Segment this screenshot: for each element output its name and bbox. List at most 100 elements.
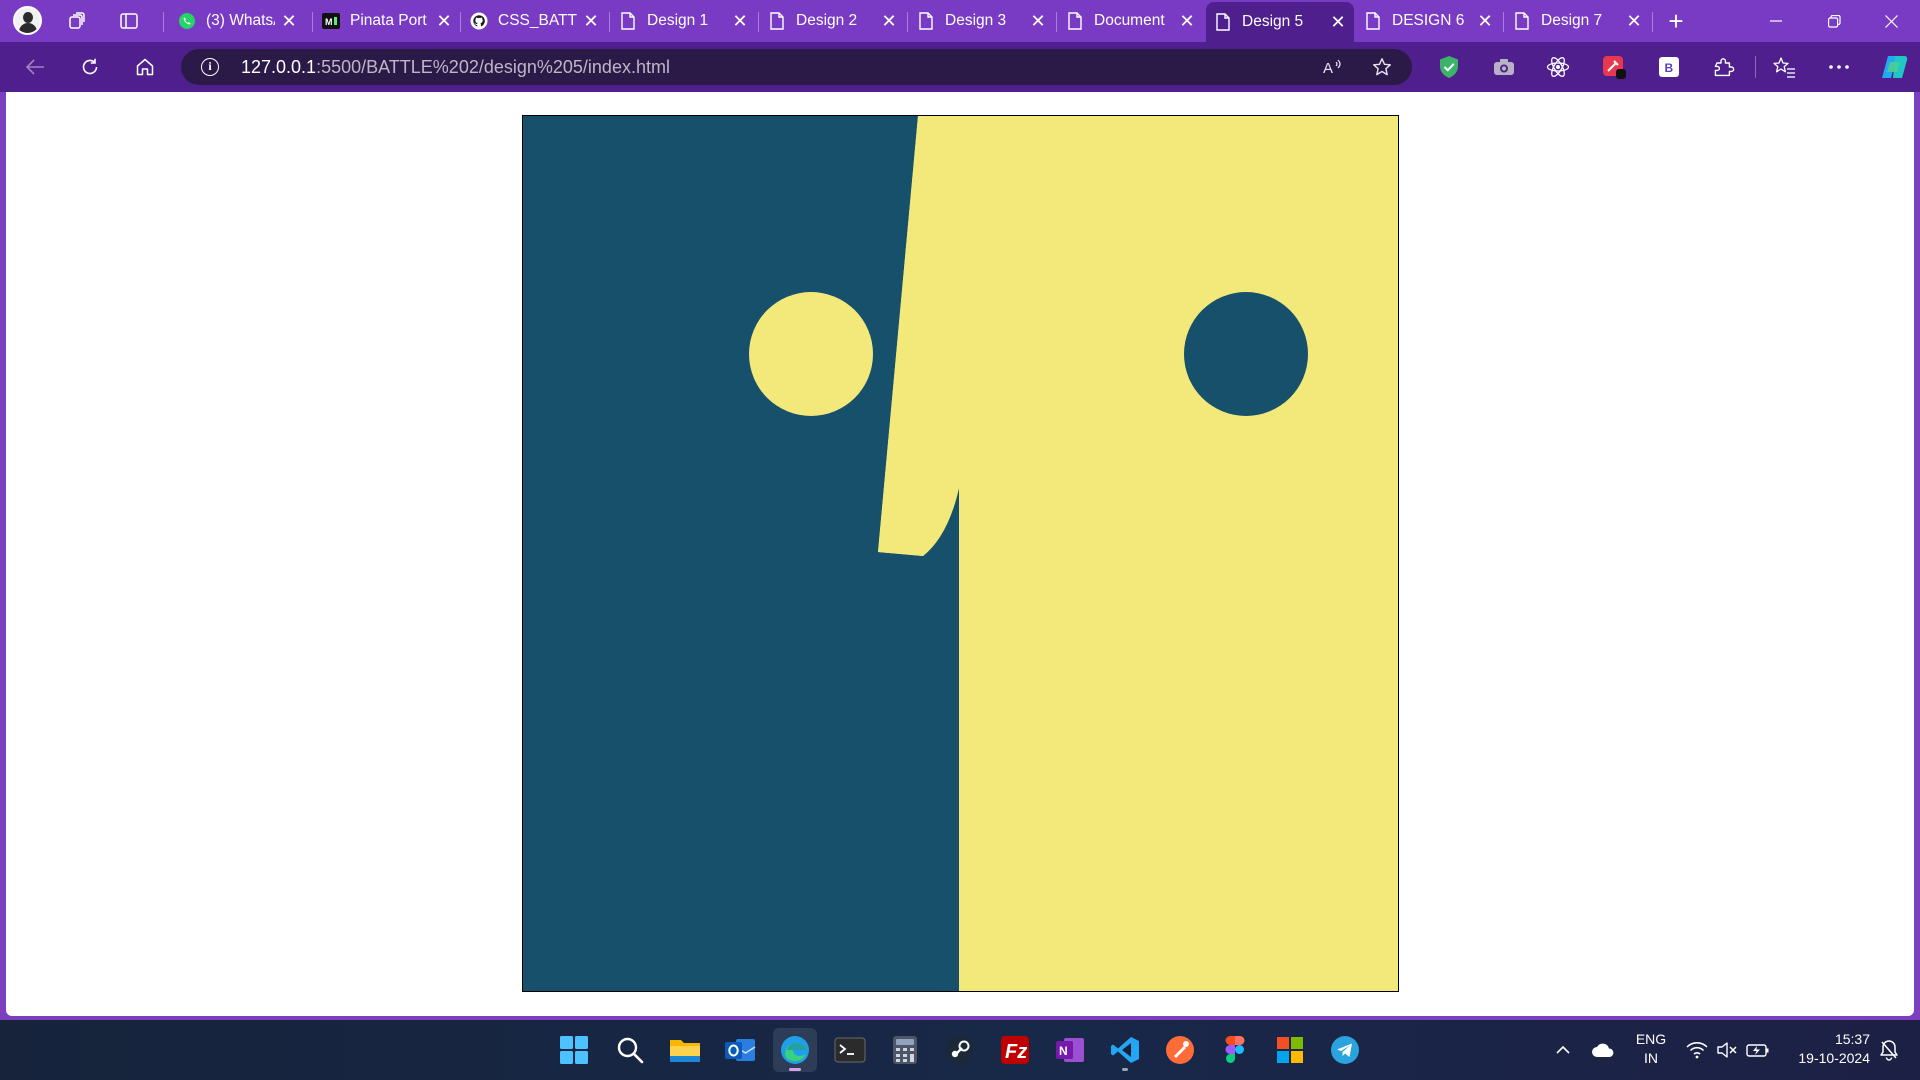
tab-design-1[interactable]: Design 1 ✕ [611, 3, 756, 39]
tab-whatsapp[interactable]: (3) WhatsA ✕ [170, 3, 305, 39]
tab-design-3[interactable]: Design 3 ✕ [909, 3, 1054, 39]
profile-avatar[interactable] [13, 6, 42, 35]
react-devtools-icon[interactable] [1545, 54, 1571, 80]
tab-label: (3) WhatsA [206, 12, 275, 29]
wifi-icon[interactable] [1684, 1020, 1710, 1080]
close-icon[interactable]: ✕ [1030, 12, 1046, 30]
close-icon[interactable]: ✕ [436, 12, 452, 30]
onenote-icon[interactable]: N [1048, 1028, 1092, 1072]
tab-label: Pinata Port [350, 12, 427, 29]
tab-label: Design 1 [647, 12, 709, 29]
more-options-icon[interactable] [1826, 54, 1852, 80]
site-info-icon[interactable]: i [201, 58, 219, 76]
svg-text:A: A [1323, 60, 1333, 76]
close-icon[interactable]: ✕ [1626, 12, 1642, 30]
minimize-button[interactable] [1747, 0, 1805, 42]
page-icon [1513, 12, 1531, 30]
page-viewport [6, 92, 1914, 1016]
tab-design-6[interactable]: DESIGN 6 ✕ [1356, 3, 1501, 39]
svg-text:M: M [325, 17, 333, 27]
filezilla-icon[interactable]: Fz [993, 1028, 1037, 1072]
clock-time: 15:37 [1834, 1031, 1870, 1047]
close-icon[interactable]: ✕ [1179, 12, 1195, 30]
tab-label: Design 3 [945, 12, 1007, 29]
pinata-icon: M [322, 12, 340, 30]
tab-pinata[interactable]: M Pinata Port ✕ [314, 3, 460, 39]
postman-icon[interactable] [1158, 1028, 1202, 1072]
windows-start-icon[interactable] [552, 1028, 596, 1072]
search-icon[interactable] [608, 1028, 652, 1072]
close-icon[interactable]: ✕ [732, 12, 748, 30]
dark-circle [1184, 292, 1308, 416]
onedrive-cloud-icon[interactable] [1589, 1020, 1617, 1080]
new-tab-button[interactable]: + [1658, 4, 1694, 38]
close-window-button[interactable] [1862, 0, 1920, 42]
refresh-button[interactable] [72, 50, 108, 84]
tab-bar: (3) WhatsA ✕ M Pinata Port ✕ CSS_BATTL ✕… [0, 0, 1920, 42]
svg-text:Fz: Fz [1005, 1041, 1027, 1063]
tab-design-7[interactable]: Design 7 ✕ [1505, 3, 1650, 39]
file-explorer-icon[interactable] [663, 1028, 707, 1072]
tab-label: Design 5 [1242, 13, 1304, 30]
language-code: ENG [1635, 1031, 1667, 1047]
restore-button[interactable] [1805, 0, 1863, 42]
artwork-canvas [523, 116, 1398, 991]
close-icon[interactable]: ✕ [281, 12, 297, 30]
address-bar[interactable]: i 127.0.0.1:5500/BATTLE%202/design%205/i… [181, 49, 1412, 85]
windows-taskbar: Fz N ENG IN 15:37 19-10-2024 [0, 1020, 1920, 1080]
show-hidden-icons-chevron-icon[interactable] [1551, 1020, 1575, 1080]
page-icon [1214, 13, 1232, 31]
browser-toolbar: i 127.0.0.1:5500/BATTLE%202/design%205/i… [0, 42, 1920, 92]
telegram-icon[interactable] [1323, 1028, 1367, 1072]
favorites-collection-icon[interactable] [1771, 54, 1797, 80]
camera-extension-icon[interactable] [1491, 54, 1517, 80]
input-language[interactable]: ENG IN [1630, 1030, 1672, 1068]
svg-text:B: B [1665, 61, 1674, 75]
page-icon [1364, 12, 1382, 30]
copilot-icon[interactable] [1879, 54, 1911, 80]
region-code: IN [1644, 1050, 1658, 1066]
close-icon[interactable]: ✕ [881, 12, 897, 30]
extensions-puzzle-icon[interactable] [1711, 54, 1737, 80]
steam-icon[interactable] [938, 1028, 982, 1072]
url-text[interactable]: 127.0.0.1:5500/BATTLE%202/design%205/ind… [241, 57, 670, 78]
clock-date: 19-10-2024 [1798, 1050, 1870, 1066]
tab-label: DESIGN 6 [1392, 12, 1465, 29]
microsoft-store-icon[interactable] [1268, 1028, 1312, 1072]
clock[interactable]: 15:37 19-10-2024 [1780, 1030, 1870, 1068]
svg-text:N: N [1059, 1044, 1068, 1058]
tab-label: Design 2 [796, 12, 858, 29]
favorite-star-icon[interactable] [1370, 55, 1394, 79]
read-aloud-icon[interactable]: A [1321, 55, 1345, 79]
color-picker-extension-icon[interactable] [1601, 54, 1627, 80]
terminal-icon[interactable] [828, 1028, 872, 1072]
page-icon [917, 12, 935, 30]
tab-github[interactable]: CSS_BATTL ✕ [462, 3, 607, 39]
css-battle-artwork [522, 115, 1399, 992]
back-button[interactable] [17, 50, 53, 84]
close-icon[interactable]: ✕ [1477, 12, 1493, 30]
light-circle [749, 292, 873, 416]
close-icon[interactable]: ✕ [583, 12, 599, 30]
figma-icon[interactable] [1213, 1028, 1257, 1072]
tab-design-5[interactable]: Design 5 ✕ [1206, 2, 1354, 42]
close-icon[interactable]: ✕ [1330, 13, 1346, 31]
workspaces-icon[interactable] [59, 4, 95, 38]
tab-document[interactable]: Document ✕ [1058, 3, 1203, 39]
battery-charging-icon[interactable] [1744, 1020, 1772, 1080]
calculator-icon[interactable] [883, 1028, 927, 1072]
tab-design-2[interactable]: Design 2 ✕ [760, 3, 905, 39]
tab-actions-icon[interactable] [111, 4, 147, 38]
shield-extension-icon[interactable] [1436, 54, 1462, 80]
whatsapp-icon [178, 12, 196, 30]
vscode-icon[interactable] [1103, 1028, 1147, 1072]
tab-label: CSS_BATTL [498, 12, 577, 29]
outlook-icon[interactable] [718, 1028, 762, 1072]
notifications-bell-icon[interactable] [1876, 1020, 1902, 1080]
edge-icon[interactable] [773, 1028, 817, 1072]
volume-muted-icon[interactable] [1714, 1020, 1740, 1080]
bookmark-b-extension-icon[interactable]: B [1656, 54, 1682, 80]
page-icon [1066, 12, 1084, 30]
tab-label: Design 7 [1541, 12, 1603, 29]
home-button[interactable] [127, 50, 163, 84]
